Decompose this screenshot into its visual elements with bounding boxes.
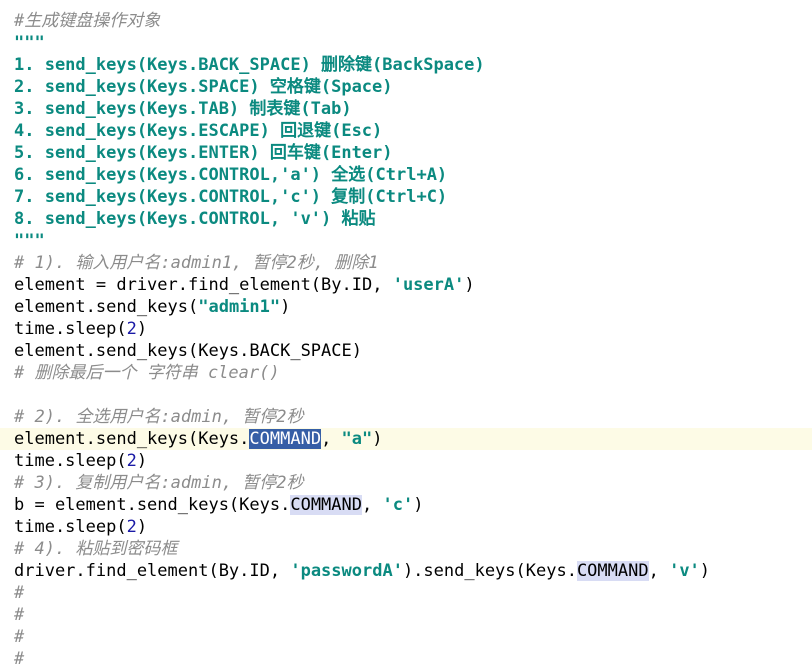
code-line[interactable]: # [0, 582, 812, 604]
code-line[interactable]: time.sleep(2) [0, 450, 812, 472]
code-line[interactable]: # 1). 输入用户名:admin1, 暂停2秒, 删除1 [0, 252, 812, 274]
code-line[interactable]: driver.find_element(By.ID, 'passwordA').… [0, 560, 812, 582]
comment-text: # [14, 627, 25, 647]
current-code-line[interactable]: element.send_keys(Keys.COMMAND, "a") [0, 428, 812, 450]
number-token: 2 [126, 451, 137, 471]
code-line[interactable]: #生成键盘操作对象 [0, 10, 812, 32]
code-line[interactable]: time.sleep(2) [0, 516, 812, 538]
docstring-text: 6. send_keys(Keys.CONTROL,'a') 全选(Ctrl+A… [14, 165, 448, 185]
code-line[interactable]: """ [0, 32, 812, 54]
code-line[interactable]: # 删除最后一个 字符串 clear() [0, 362, 812, 384]
docstring-text: 7. send_keys(Keys.CONTROL,'c') 复制(Ctrl+C… [14, 187, 448, 207]
docstring-text: 5. send_keys(Keys.ENTER) 回车键(Enter) [14, 143, 393, 163]
docstring-text: 4. send_keys(Keys.ESCAPE) 回退键(Esc) [14, 121, 383, 141]
code-line[interactable]: 5. send_keys(Keys.ENTER) 回车键(Enter) [0, 142, 812, 164]
code-token: ) [136, 517, 148, 537]
docstring-text: 8. send_keys(Keys.CONTROL, 'v') 粘贴 [14, 209, 376, 229]
code-token: driver.find_element(By.ID, [14, 561, 291, 581]
docstring-text: 1. send_keys(Keys.BACK_SPACE) 删除键(BackSp… [14, 55, 485, 75]
code-token: element.send_keys(Keys.BACK_SPACE) [14, 341, 362, 361]
code-token: ) [699, 561, 711, 581]
highlighted-token: COMMAND [290, 495, 362, 515]
code-token: ) [372, 429, 383, 449]
code-line[interactable]: # [0, 648, 812, 670]
string-token: 'v' [669, 561, 700, 581]
code-token: , [648, 561, 670, 581]
docstring-text: """ [14, 33, 45, 53]
comment-text: # 2). 全选用户名:admin, 暂停2秒 [14, 407, 304, 427]
code-token: ) [280, 297, 291, 317]
string-token: "a" [341, 429, 373, 449]
highlighted-token: COMMAND [576, 561, 649, 581]
code-token: ) [464, 275, 475, 295]
code-token: element.send_keys( [14, 297, 199, 317]
comment-text: # [14, 649, 25, 669]
code-token: ).send_keys(Keys. [402, 561, 577, 581]
selected-token: COMMAND [249, 429, 322, 449]
code-editor[interactable]: #生成键盘操作对象 """ 1. send_keys(Keys.BACK_SPACE… [0, 0, 812, 669]
code-line[interactable]: # [0, 604, 812, 626]
number-token: 2 [126, 319, 137, 339]
code-token: time.sleep( [14, 517, 127, 537]
docstring-text: 3. send_keys(Keys.TAB) 制表键(Tab) [14, 99, 352, 119]
code-line[interactable]: element = driver.find_element(By.ID, 'us… [0, 274, 812, 296]
code-line[interactable]: element.send_keys("admin1") [0, 296, 812, 318]
code-token: element.send_keys(Keys. [14, 429, 250, 449]
code-line[interactable]: # 4). 粘贴到密码框 [0, 538, 812, 560]
string-token: 'userA' [392, 275, 465, 295]
code-line[interactable]: # 3). 复制用户名:admin, 暂停2秒 [0, 472, 812, 494]
code-token: time.sleep( [14, 319, 127, 339]
code-line[interactable]: 3. send_keys(Keys.TAB) 制表键(Tab) [0, 98, 812, 120]
code-token: ) [413, 495, 424, 515]
code-line[interactable]: """ [0, 230, 812, 252]
code-line[interactable]: element.send_keys(Keys.BACK_SPACE) [0, 340, 812, 362]
code-line[interactable]: 6. send_keys(Keys.CONTROL,'a') 全选(Ctrl+A… [0, 164, 812, 186]
code-token: time.sleep( [14, 451, 127, 471]
code-token: b = element.send_keys(Keys. [14, 495, 291, 515]
comment-text: # 删除最后一个 字符串 clear() [14, 363, 280, 383]
code-token: , [321, 429, 342, 449]
docstring-text: 2. send_keys(Keys.SPACE) 空格键(Space) [14, 77, 393, 97]
string-token: 'passwordA' [290, 561, 403, 581]
docstring-text: """ [14, 231, 45, 251]
comment-text: # 1). 输入用户名:admin1, 暂停2秒, 删除1 [14, 253, 379, 273]
comment-text: #生成键盘操作对象 [14, 11, 161, 31]
string-token: "admin1" [198, 297, 281, 317]
code-token: element = driver.find_element(By.ID, [14, 275, 393, 295]
code-token: , [362, 495, 383, 515]
code-token: ) [136, 319, 148, 339]
string-token: 'c' [382, 495, 414, 515]
code-token: ) [136, 451, 148, 471]
code-line[interactable]: # [0, 626, 812, 648]
code-line[interactable]: # 2). 全选用户名:admin, 暂停2秒 [0, 406, 812, 428]
comment-text: # 3). 复制用户名:admin, 暂停2秒 [14, 473, 304, 493]
code-line[interactable]: 1. send_keys(Keys.BACK_SPACE) 删除键(BackSp… [0, 54, 812, 76]
code-line[interactable]: 7. send_keys(Keys.CONTROL,'c') 复制(Ctrl+C… [0, 186, 812, 208]
code-line[interactable] [0, 384, 812, 406]
code-line[interactable]: 2. send_keys(Keys.SPACE) 空格键(Space) [0, 76, 812, 98]
code-line[interactable]: 4. send_keys(Keys.ESCAPE) 回退键(Esc) [0, 120, 812, 142]
number-token: 2 [126, 517, 137, 537]
code-line[interactable]: time.sleep(2) [0, 318, 812, 340]
comment-text: # 4). 粘贴到密码框 [14, 539, 178, 559]
code-line[interactable]: b = element.send_keys(Keys.COMMAND, 'c') [0, 494, 812, 516]
comment-text: # [14, 605, 25, 625]
code-line[interactable]: 8. send_keys(Keys.CONTROL, 'v') 粘贴 [0, 208, 812, 230]
comment-text: # [14, 583, 25, 603]
